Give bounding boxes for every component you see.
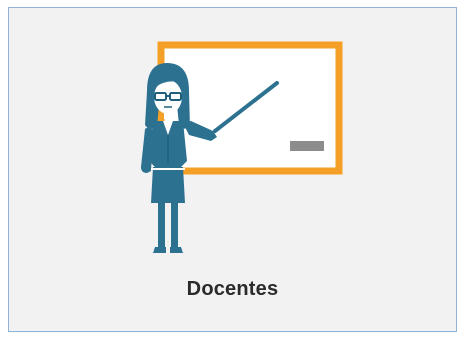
teacher-at-whiteboard-icon [141, 41, 343, 253]
docentes-tile[interactable]: Docentes [8, 7, 457, 332]
tile-label[interactable]: Docentes [9, 278, 456, 301]
eraser-icon [290, 141, 324, 151]
